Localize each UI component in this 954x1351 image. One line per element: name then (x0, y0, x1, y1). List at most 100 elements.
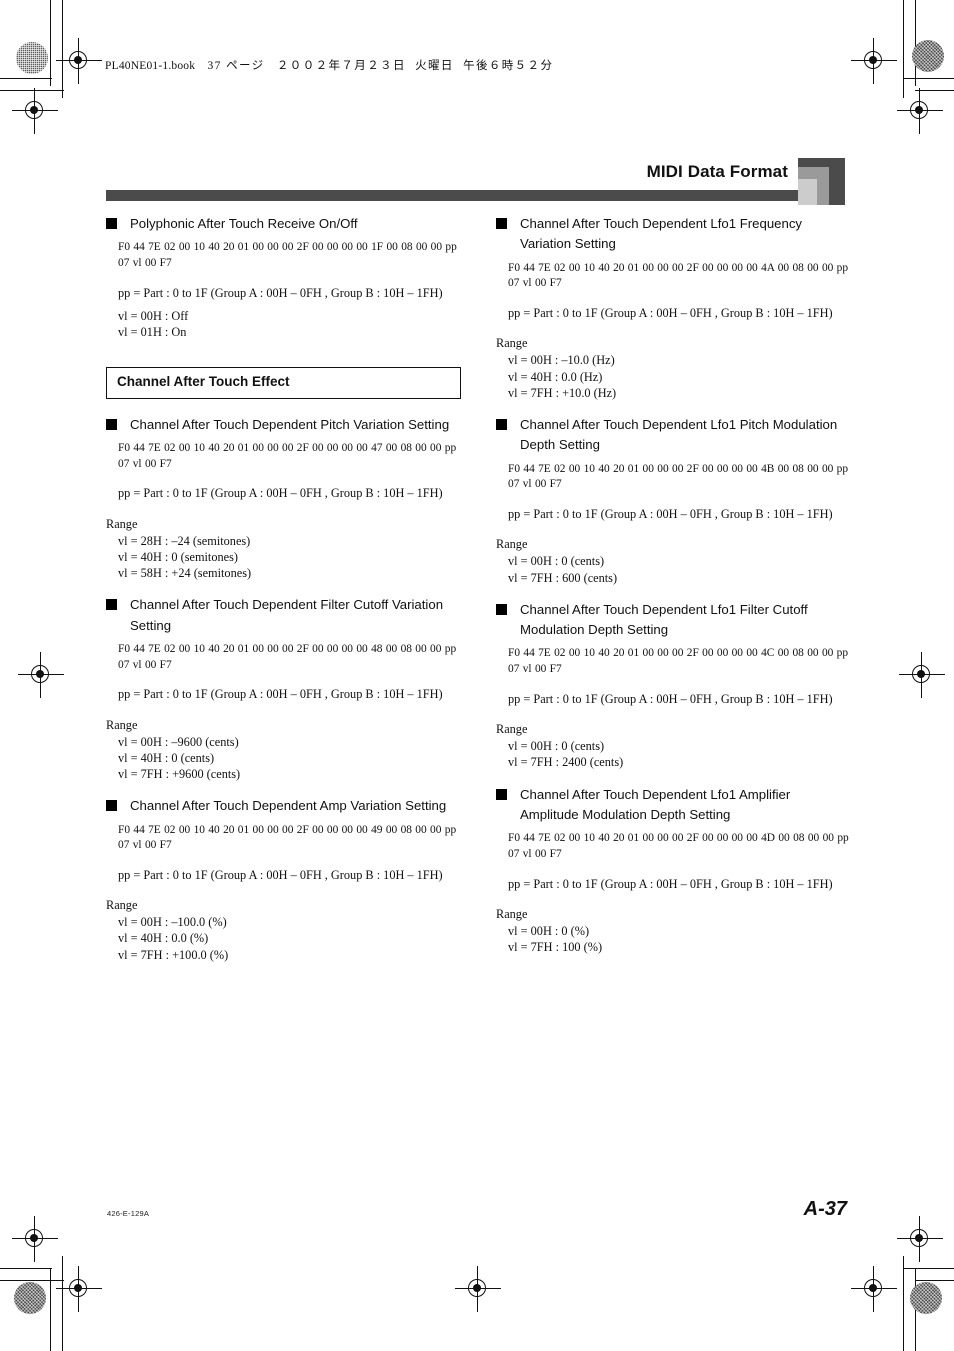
value-list: vl = 00H : –9600 (cents) vl = 40H : 0 (c… (118, 734, 461, 783)
entry-lfo1-amplifier-amplitude-modulation-depth: Channel After Touch Dependent Lfo1 Ampli… (496, 785, 851, 956)
value-list: vl = 00H : Off vl = 01H : On (118, 308, 461, 341)
square-bullet-icon (496, 603, 507, 615)
part-parameter-line: pp = Part : 0 to 1F (Group A : 00H – 0FH… (118, 687, 443, 702)
registration-mark-bottom-right-upper (897, 1216, 943, 1262)
registration-mark-top-left (56, 38, 102, 84)
trim-line-right-inner (915, 0, 917, 86)
part-parameter-line: pp = Part : 0 to 1F (Group A : 00H – 0FH… (508, 507, 833, 522)
range-label: Range (496, 722, 528, 737)
left-column: Polyphonic After Touch Receive On/Off F0… (106, 214, 461, 977)
file-stamp-weekday: 火曜日 (415, 60, 454, 72)
value-item: vl = 00H : Off (118, 309, 189, 323)
square-bullet-icon (496, 218, 507, 229)
entry-header: Channel After Touch Dependent Lfo1 Filte… (496, 600, 851, 641)
registration-mark-top-right (851, 38, 897, 84)
square-bullet-icon (106, 218, 117, 229)
part-parameter-line: pp = Part : 0 to 1F (Group A : 00H – 0FH… (118, 486, 443, 501)
range-label: Range (106, 516, 138, 531)
value-list: vl = 00H : 0 (%) vl = 7FH : 100 (%) (508, 923, 851, 955)
entry-title: Channel After Touch Dependent Lfo1 Frequ… (520, 216, 803, 252)
entry-pitch-variation: Channel After Touch Dependent Pitch Vari… (106, 415, 461, 582)
entry-header: Channel After Touch Dependent Filter Cut… (106, 595, 461, 636)
registration-mark-top-right-lower (897, 88, 943, 134)
density-patch-bottom-left (14, 1282, 46, 1314)
value-item: vl = 58H : +24 (semitones) (118, 565, 252, 580)
right-column: Channel After Touch Dependent Lfo1 Frequ… (496, 214, 851, 969)
trim-line-bottom-inner (0, 1280, 64, 1282)
value-item: vl = 40H : 0 (cents) (118, 750, 215, 765)
trim-line-top-inner (0, 90, 64, 92)
sysex-message: F0 44 7E 02 00 10 40 20 01 00 00 00 2F 0… (508, 832, 849, 860)
section-title: Channel After Touch Effect (117, 373, 290, 389)
value-list: vl = 00H : –10.0 (Hz) vl = 40H : 0.0 (Hz… (508, 352, 851, 401)
entry-title: Channel After Touch Dependent Filter Cut… (130, 597, 444, 633)
file-stamp-time: 午後６時５２分 (463, 60, 554, 72)
value-item: vl = 7FH : 600 (cents) (508, 570, 618, 585)
value-item: vl = 01H : On (118, 325, 187, 340)
trim-line-bottomright-outer (903, 1256, 905, 1351)
entry-title: Channel After Touch Dependent Lfo1 Pitch… (520, 416, 838, 453)
entry-title: Channel After Touch Dependent Amp Variat… (130, 798, 447, 814)
registration-mark-bottom-left-upper (12, 1216, 58, 1262)
trim-line-bottomright-a (903, 1268, 954, 1270)
square-bullet-icon (106, 599, 117, 611)
page-title: MIDI Data Format (646, 162, 788, 181)
value-item: vl = 7FH : +10.0 (Hz) (508, 385, 617, 400)
value-item: vl = 00H : –9600 (cents) (118, 734, 239, 749)
range-label: Range (106, 898, 138, 913)
value-item: vl = 40H : 0.0 (Hz) (508, 369, 603, 384)
part-parameter-line: pp = Part : 0 to 1F (Group A : 00H – 0FH… (508, 876, 833, 891)
sysex-message: F0 44 7E 02 00 10 40 20 01 00 00 00 2F 0… (508, 647, 849, 676)
registration-mark-middle-right (899, 652, 945, 698)
trim-line-bottom-outer (0, 1268, 52, 1270)
file-stamp-book: PL40NE01-1.book (105, 60, 196, 72)
trim-line-bottomright-b (915, 1280, 954, 1282)
sysex-message: F0 44 7E 02 00 10 40 20 01 00 00 00 2F 0… (118, 642, 457, 671)
value-item: vl = 00H : 0 (%) (508, 923, 590, 938)
value-item: vl = 7FH : +100.0 (%) (118, 947, 229, 962)
entry-lfo1-filter-cutoff-modulation-depth: Channel After Touch Dependent Lfo1 Filte… (496, 600, 851, 771)
part-parameter-line: pp = Part : 0 to 1F (Group A : 00H – 0FH… (118, 867, 443, 882)
entry-filter-cutoff-variation: Channel After Touch Dependent Filter Cut… (106, 595, 461, 782)
trim-line-topright-outer (915, 90, 954, 92)
entry-title: Channel After Touch Dependent Pitch Vari… (130, 416, 450, 432)
header-rule (106, 190, 798, 201)
trim-line-right-outer (903, 0, 905, 98)
entry-title: Channel After Touch Dependent Lfo1 Filte… (520, 601, 808, 638)
value-item: vl = 40H : 0.0 (%) (118, 931, 209, 946)
entry-header: Channel After Touch Dependent Amp Variat… (106, 796, 461, 816)
trim-line-top-outer (0, 78, 52, 80)
value-item: vl = 7FH : 2400 (cents) (508, 755, 624, 770)
footer-page-number: A-37 (803, 1198, 847, 1220)
entry-amp-variation: Channel After Touch Dependent Amp Variat… (106, 796, 461, 963)
value-item: vl = 7FH : 100 (%) (508, 940, 603, 955)
print-file-stamp: PL40NE01-1.book 37 ページ ２００２年７月２３日 火曜日 午後… (105, 57, 553, 73)
registration-mark-top-left-lower (12, 88, 58, 134)
range-label: Range (496, 537, 528, 552)
registration-mark-bottom-right (851, 1266, 897, 1312)
density-patch-top-left (16, 42, 48, 74)
entry-header: Channel After Touch Dependent Lfo1 Pitch… (496, 415, 851, 456)
square-bullet-icon (106, 800, 117, 812)
entry-title: Polyphonic After Touch Receive On/Off (130, 216, 358, 231)
value-list: vl = 00H : –100.0 (%) vl = 40H : 0.0 (%)… (118, 914, 461, 963)
part-parameter-line: pp = Part : 0 to 1F (Group A : 00H – 0FH… (508, 306, 833, 321)
entry-header: Channel After Touch Dependent Pitch Vari… (106, 415, 461, 435)
entry-header: Channel After Touch Dependent Lfo1 Frequ… (496, 214, 851, 255)
registration-mark-bottom-center (455, 1266, 501, 1312)
sysex-message: F0 44 7E 02 00 10 40 20 01 00 00 00 2F 0… (508, 261, 849, 290)
document-page: PL40NE01-1.book 37 ページ ２００２年７月２３日 火曜日 午後… (0, 0, 954, 1351)
value-item: vl = 00H : 0 (cents) (508, 554, 605, 569)
entry-header: Polyphonic After Touch Receive On/Off (106, 214, 461, 234)
range-label: Range (496, 906, 528, 921)
value-list: vl = 00H : 0 (cents) vl = 7FH : 2400 (ce… (508, 738, 851, 770)
sysex-message: F0 44 7E 02 00 10 40 20 01 00 00 00 2F 0… (118, 441, 457, 470)
value-list: vl = 00H : 0 (cents) vl = 7FH : 600 (cen… (508, 553, 851, 585)
square-bullet-icon (496, 418, 507, 430)
header-corner-mark-icon (798, 158, 845, 205)
footer-document-code: 426-E-129A (107, 1209, 150, 1218)
entry-title: Channel After Touch Dependent Lfo1 Ampli… (520, 786, 791, 822)
value-item: vl = 00H : –10.0 (Hz) (508, 353, 615, 368)
section-heading-box: Channel After Touch Effect (106, 366, 461, 399)
value-item: vl = 7FH : +9600 (cents) (118, 766, 241, 781)
